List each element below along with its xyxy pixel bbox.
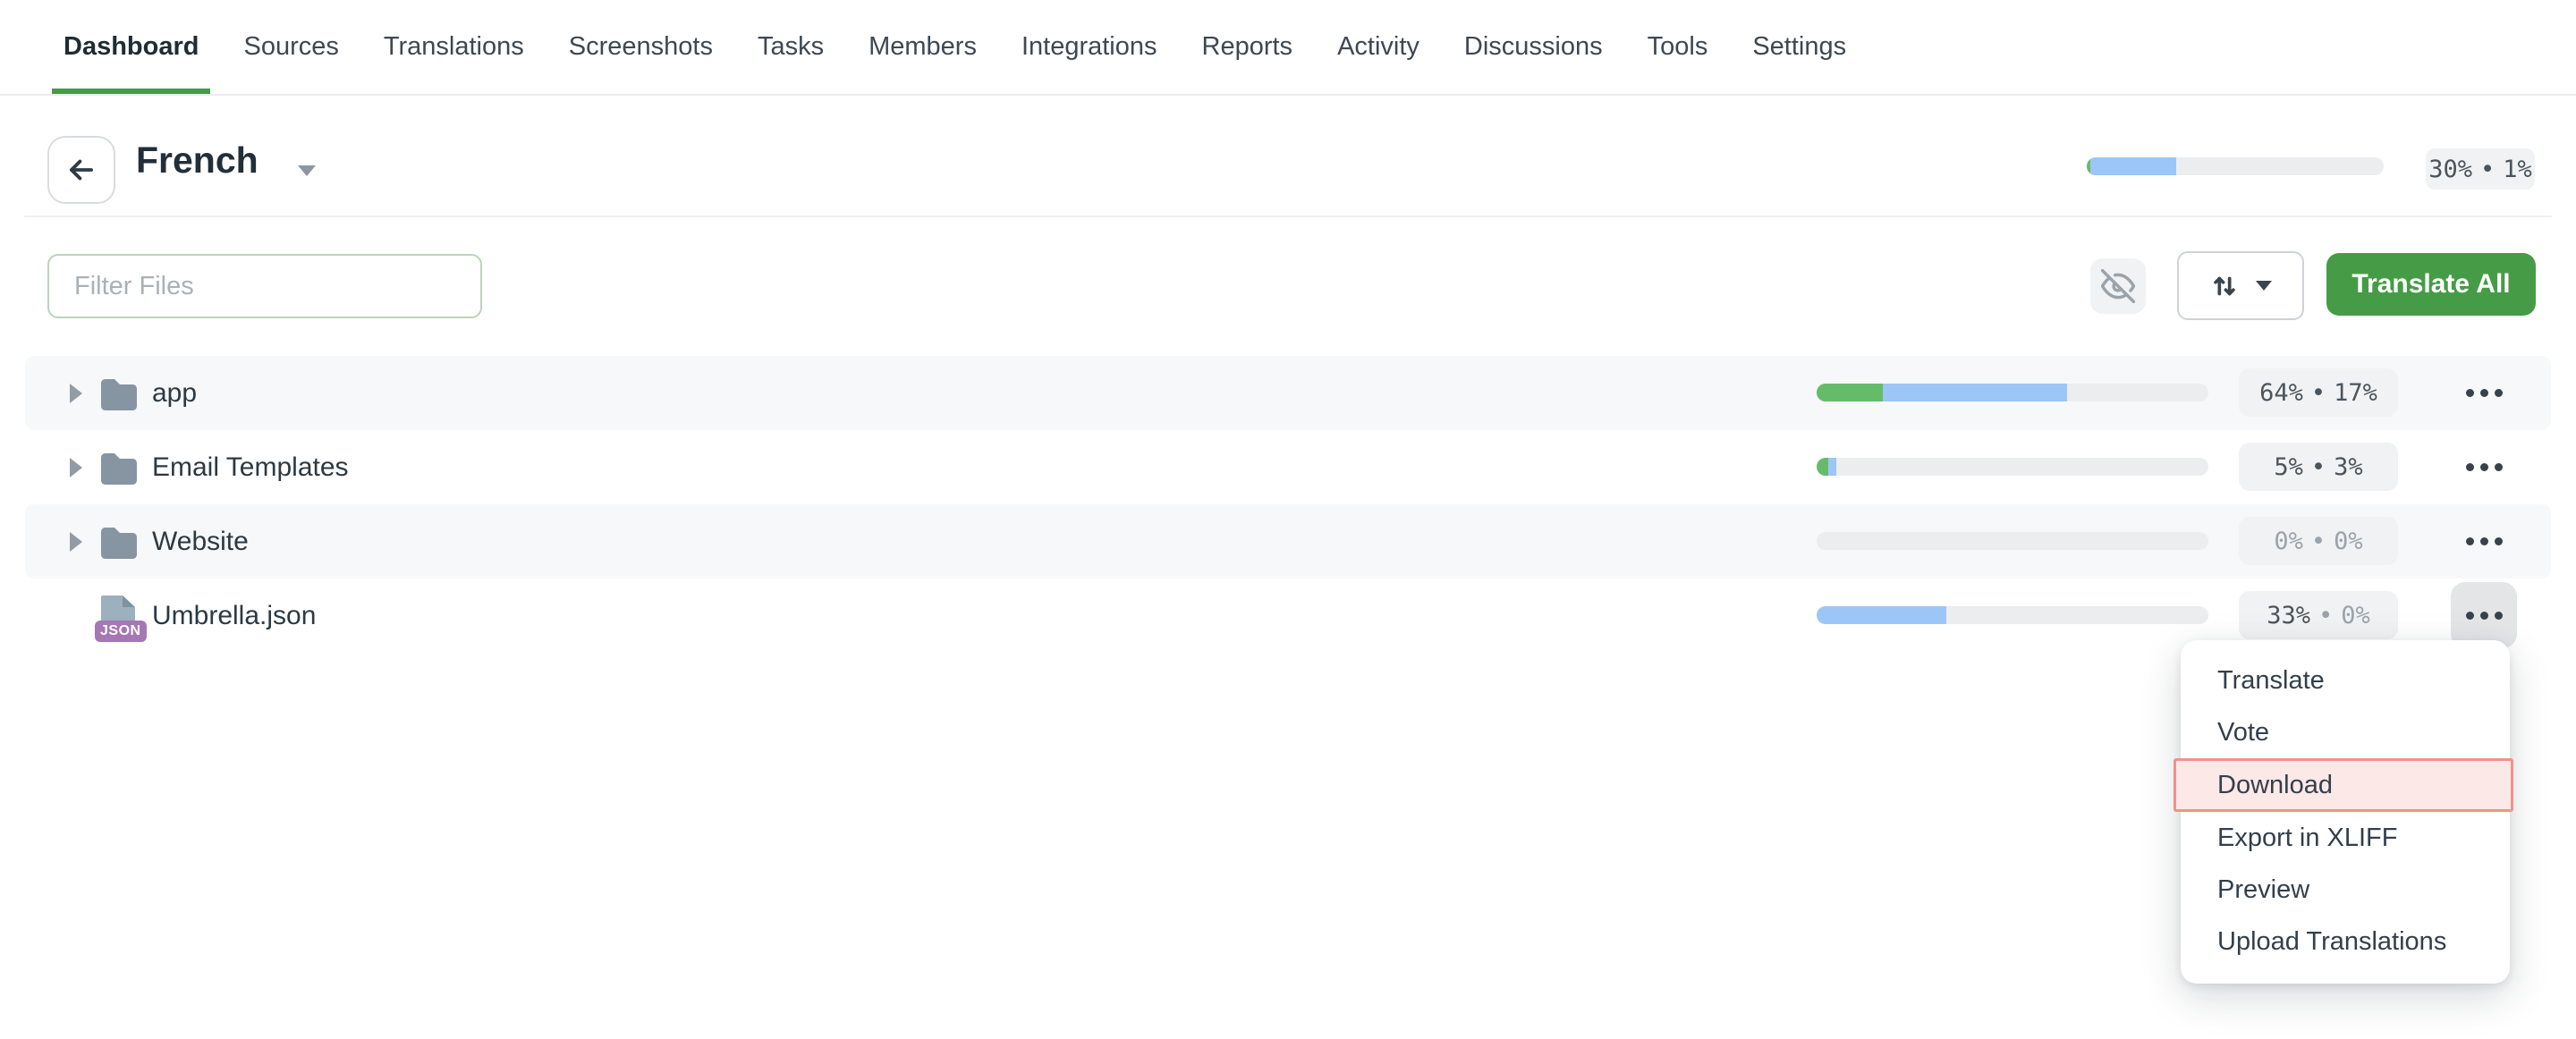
translate-all-button[interactable]: Translate All bbox=[2326, 253, 2536, 316]
nav-tab-screenshots[interactable]: Screenshots bbox=[557, 0, 724, 94]
dot-separator: • bbox=[2318, 602, 2333, 629]
file-progress-bar bbox=[1817, 606, 2208, 624]
context-menu-item-upload-translations[interactable]: Upload Translations bbox=[2181, 916, 2510, 967]
file-row[interactable]: Email Templates 5% • 3% bbox=[25, 430, 2551, 504]
file-progress-bar bbox=[1817, 384, 2208, 401]
folder-icon bbox=[99, 376, 139, 410]
nav-tab-reports[interactable]: Reports bbox=[1191, 0, 1305, 94]
nav-tab-tasks[interactable]: Tasks bbox=[746, 0, 835, 94]
dot-separator: • bbox=[2311, 528, 2326, 555]
row-actions-button[interactable] bbox=[2451, 508, 2517, 574]
back-button[interactable] bbox=[47, 136, 115, 204]
dot-separator: • bbox=[2311, 453, 2326, 481]
file-progress-badge: 5% • 3% bbox=[2239, 443, 2398, 491]
row-actions-button[interactable] bbox=[2451, 582, 2517, 648]
approved-percent: 0% bbox=[2341, 602, 2370, 629]
file-row[interactable]: JSON Umbrella.json 33% • 0% bbox=[25, 579, 2551, 653]
translated-percent: 64% bbox=[2259, 379, 2303, 407]
language-dropdown-caret-icon[interactable] bbox=[298, 165, 316, 176]
approved-percent: 3% bbox=[2334, 453, 2363, 481]
expand-caret-icon[interactable] bbox=[70, 532, 82, 552]
chevron-down-icon bbox=[2256, 281, 2272, 291]
nav-tab-sources[interactable]: Sources bbox=[232, 0, 350, 94]
context-menu-item-export-in-xliff[interactable]: Export in XLIFF bbox=[2181, 812, 2510, 864]
sort-files-button[interactable] bbox=[2177, 251, 2304, 320]
approved-percent: 1% bbox=[2503, 156, 2532, 183]
translated-percent: 0% bbox=[2274, 528, 2303, 555]
json-file-icon: JSON bbox=[99, 594, 137, 638]
translated-percent: 5% bbox=[2274, 453, 2303, 481]
filter-files-input[interactable] bbox=[47, 254, 482, 318]
file-name[interactable]: Email Templates bbox=[152, 452, 349, 483]
expand-caret-icon[interactable] bbox=[70, 384, 82, 403]
file-list: app 64% • 17% bbox=[25, 356, 2551, 653]
approved-percent: 17% bbox=[2334, 379, 2377, 407]
file-progress-badge: 0% • 0% bbox=[2239, 517, 2398, 565]
file-progress-bar bbox=[1817, 458, 2208, 476]
project-nav: Dashboard Sources Translations Screensho… bbox=[0, 0, 2576, 96]
folder-icon bbox=[99, 451, 139, 485]
context-menu-item-vote[interactable]: Vote bbox=[2181, 706, 2510, 758]
header-divider bbox=[24, 215, 2552, 217]
file-progress-bar bbox=[1817, 532, 2208, 550]
folder-icon bbox=[99, 525, 139, 559]
ellipsis-icon bbox=[2466, 612, 2503, 620]
approved-progress-segment bbox=[1817, 458, 1828, 476]
nav-tab-tools[interactable]: Tools bbox=[1636, 0, 1720, 94]
nav-tab-integrations[interactable]: Integrations bbox=[1010, 0, 1169, 94]
eye-off-icon bbox=[2101, 269, 2135, 303]
ellipsis-icon bbox=[2466, 463, 2503, 471]
translated-progress-segment bbox=[1828, 458, 1836, 476]
context-menu-item-preview[interactable]: Preview bbox=[2181, 864, 2510, 916]
file-progress-badge: 33% • 0% bbox=[2239, 591, 2398, 639]
row-actions-button[interactable] bbox=[2451, 359, 2517, 426]
context-menu-item-download[interactable]: Download bbox=[2174, 758, 2513, 812]
language-progress-badge: 30% • 1% bbox=[2426, 148, 2535, 190]
file-name[interactable]: Website bbox=[152, 527, 249, 557]
json-type-badge: JSON bbox=[95, 621, 147, 642]
expand-caret-icon[interactable] bbox=[70, 458, 82, 477]
dot-separator: • bbox=[2311, 379, 2326, 407]
file-context-menu: Translate Vote Download Export in XLIFF … bbox=[2181, 640, 2510, 984]
file-row[interactable]: Website 0% • 0% bbox=[25, 504, 2551, 579]
sort-arrows-icon bbox=[2209, 271, 2240, 301]
file-progress-badge: 64% • 17% bbox=[2239, 368, 2398, 417]
translated-progress-segment bbox=[2090, 157, 2176, 175]
context-menu-item-translate[interactable]: Translate bbox=[2181, 655, 2510, 706]
language-progress-bar bbox=[2087, 157, 2384, 175]
dot-separator: • bbox=[2480, 156, 2495, 183]
translated-percent: 30% bbox=[2428, 156, 2472, 183]
hide-completed-button[interactable] bbox=[2090, 258, 2146, 314]
file-name[interactable]: Umbrella.json bbox=[152, 601, 316, 631]
ellipsis-icon bbox=[2466, 389, 2503, 397]
row-actions-button[interactable] bbox=[2451, 434, 2517, 500]
translated-percent: 33% bbox=[2267, 602, 2310, 629]
page-title: French bbox=[136, 139, 258, 182]
nav-tab-members[interactable]: Members bbox=[857, 0, 988, 94]
translated-progress-segment bbox=[1883, 384, 2067, 401]
nav-tab-translations[interactable]: Translations bbox=[372, 0, 536, 94]
file-name[interactable]: app bbox=[152, 378, 197, 409]
nav-tab-discussions[interactable]: Discussions bbox=[1453, 0, 1614, 94]
file-row[interactable]: app 64% • 17% bbox=[25, 356, 2551, 430]
nav-tab-activity[interactable]: Activity bbox=[1326, 0, 1431, 94]
approved-progress-segment bbox=[1817, 384, 1883, 401]
translated-progress-segment bbox=[1817, 606, 1946, 624]
arrow-left-icon bbox=[64, 153, 98, 187]
ellipsis-icon bbox=[2466, 537, 2503, 545]
project-language-page: Dashboard Sources Translations Screensho… bbox=[0, 0, 2576, 1039]
approved-percent: 0% bbox=[2334, 528, 2363, 555]
nav-tab-dashboard[interactable]: Dashboard bbox=[52, 0, 210, 94]
nav-tab-settings[interactable]: Settings bbox=[1741, 0, 1858, 94]
